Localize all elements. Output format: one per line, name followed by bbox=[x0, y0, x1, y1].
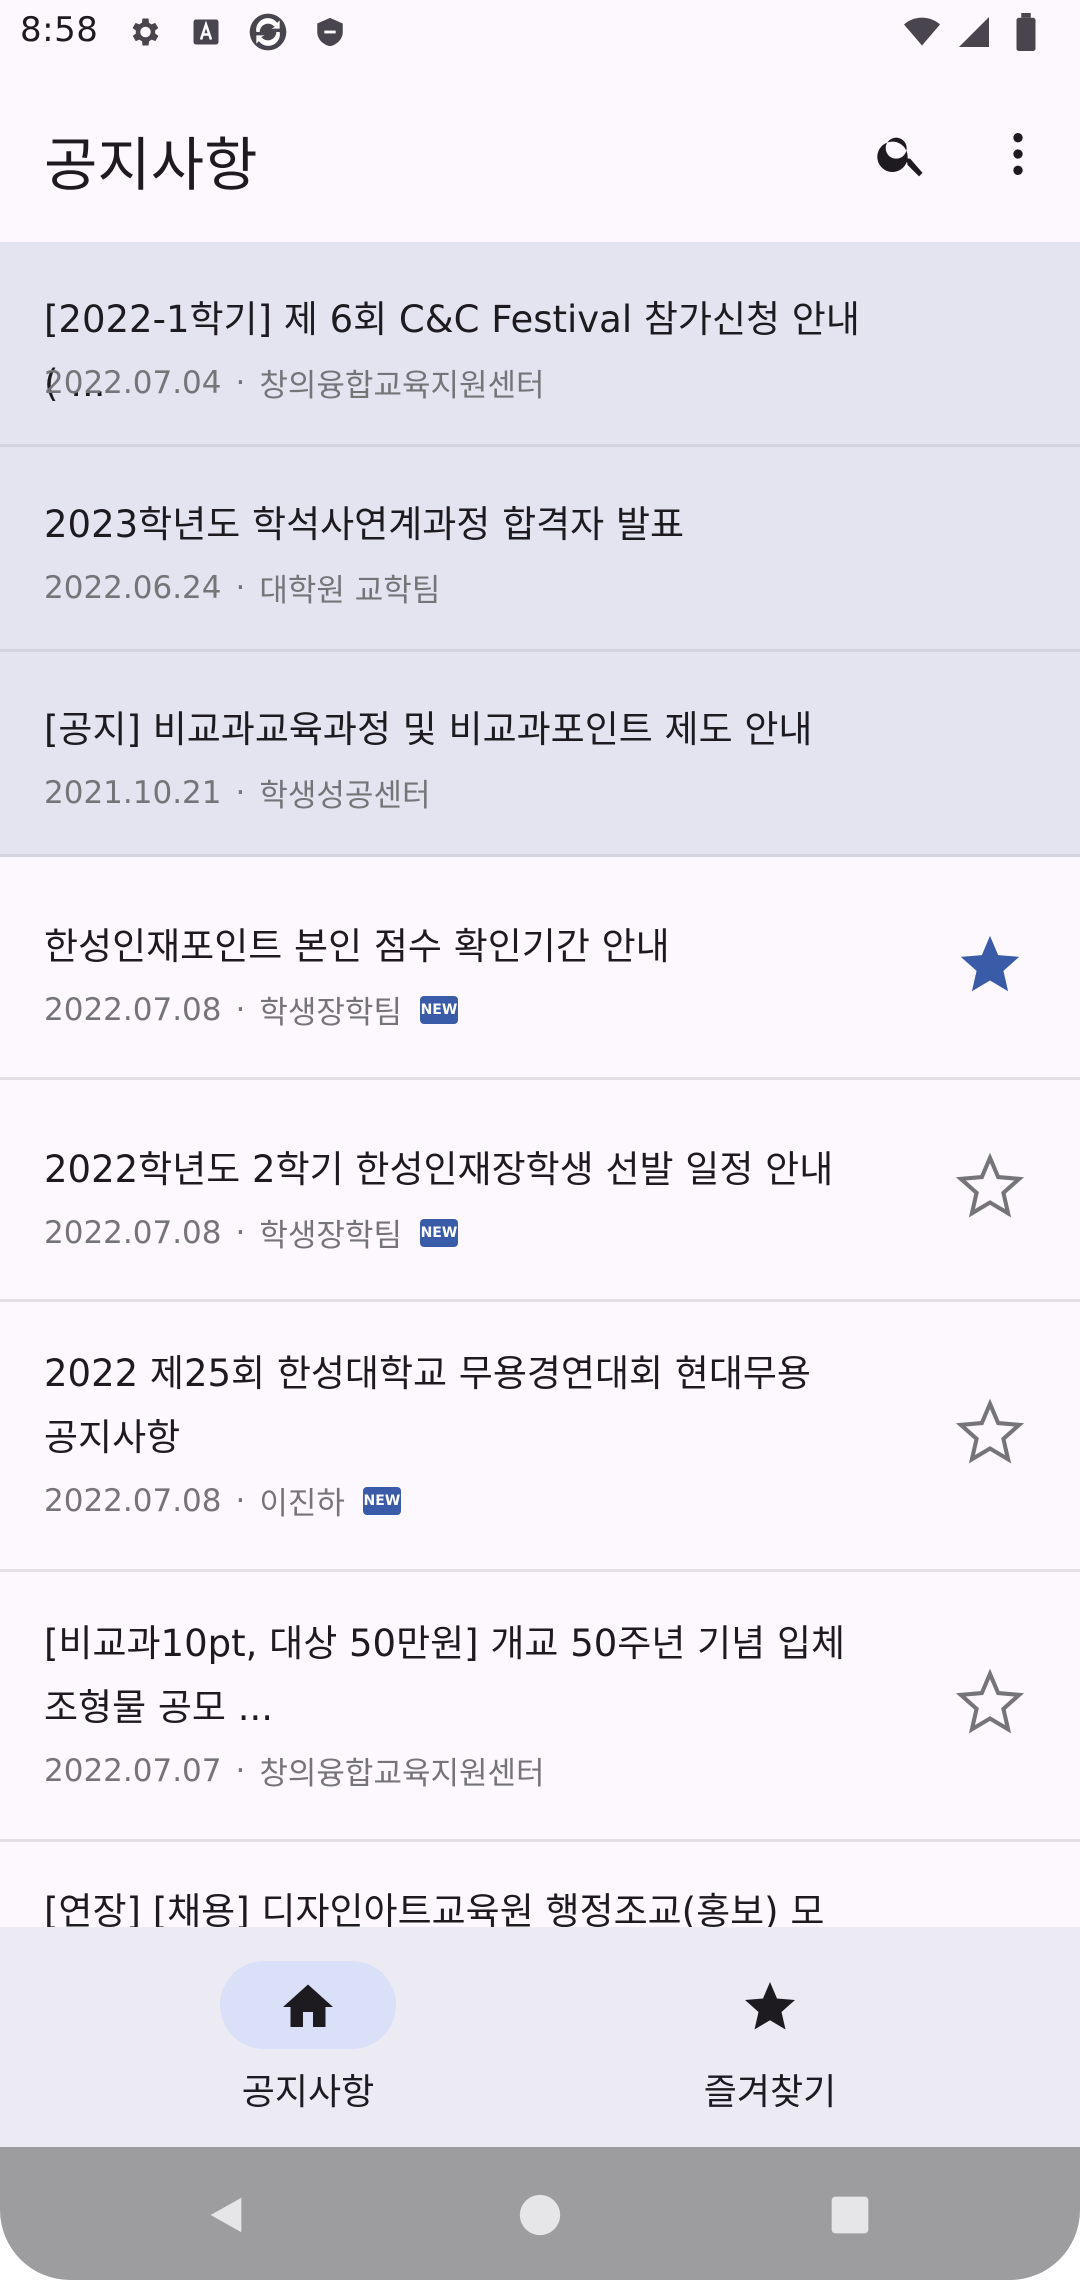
search-button[interactable] bbox=[860, 114, 944, 198]
notice-date: 2022.07.08 bbox=[44, 1214, 222, 1251]
nav-label: 즐겨찾기 bbox=[703, 2072, 837, 2113]
status-icons-left bbox=[124, 12, 350, 52]
page-title: 공지사항 bbox=[44, 131, 258, 199]
meta-separator: · bbox=[235, 991, 246, 1028]
nav-label: 공지사항 bbox=[241, 2072, 375, 2113]
notice-item-pinned[interactable]: [공지] 비교과교육과정 및 비교과포인트 제도 안내 2021.10.21 ·… bbox=[0, 652, 1080, 857]
new-badge: NEW bbox=[419, 1218, 458, 1247]
notice-title: [공지] 비교과교육과정 및 비교과포인트 제도 안내 bbox=[44, 708, 813, 751]
notice-title: 2022학년도 2학기 한성인재장학생 선발 일정 안내 bbox=[44, 1148, 834, 1191]
bottom-navigation: 공지사항 즐겨찾기 bbox=[0, 1927, 1080, 2147]
notice-item-pinned[interactable]: 2023학년도 학석사연계과정 합격자 발표 2022.06.24 · 대학원 … bbox=[0, 447, 1080, 652]
favorite-button[interactable] bbox=[945, 1144, 1035, 1234]
nav-item-notices[interactable]: 공지사항 bbox=[0, 1927, 540, 2147]
notice-department: 창의융합교육지원센터 bbox=[259, 368, 545, 404]
notice-department: 대학원 교학팀 bbox=[259, 573, 441, 609]
status-icons-right bbox=[902, 12, 1046, 52]
recents-square-icon bbox=[828, 2193, 872, 2241]
battery-icon bbox=[1006, 12, 1046, 52]
notice-meta: 2021.10.21 · 학생성공센터 bbox=[44, 770, 430, 815]
meta-separator: · bbox=[235, 1752, 246, 1789]
notice-meta: 2022.07.08 · 학생장학팀 NEW bbox=[44, 1210, 458, 1255]
nav-item-favorites[interactable]: 즐겨찾기 bbox=[540, 1927, 1080, 2147]
notice-date: 2022.07.04 bbox=[44, 364, 222, 401]
new-badge: NEW bbox=[419, 995, 458, 1024]
status-time: 8:58 bbox=[20, 10, 99, 50]
notice-department: 학생장학팀 bbox=[259, 995, 402, 1031]
home-button[interactable] bbox=[510, 2187, 570, 2247]
favorite-button[interactable] bbox=[945, 922, 1035, 1012]
new-badge: NEW bbox=[362, 1486, 401, 1515]
signal-icon bbox=[954, 12, 994, 52]
notice-department: 학생성공센터 bbox=[259, 778, 431, 814]
more-vert-icon bbox=[990, 126, 1046, 186]
star-outline-icon bbox=[955, 1398, 1025, 1472]
favorite-button[interactable] bbox=[945, 1390, 1035, 1480]
notice-item[interactable]: 2022 제25회 한성대학교 무용경연대회 현대무용 공지사항 2022.07… bbox=[0, 1302, 1080, 1572]
star-outline-icon bbox=[955, 1668, 1025, 1742]
favorite-button[interactable] bbox=[945, 1660, 1035, 1750]
notice-item-pinned[interactable]: [2022-1학기] 제 6회 C&C Festival 참가신청 안내 ( .… bbox=[0, 242, 1080, 447]
notice-item[interactable]: [연장] [채용] 디자인아트교육원 행정조교(홍보) 모 bbox=[0, 1842, 1080, 1927]
a-icon bbox=[186, 12, 226, 52]
meta-separator: · bbox=[235, 1214, 246, 1251]
notice-department: 학생장학팀 bbox=[259, 1218, 402, 1254]
star-filled-icon bbox=[955, 930, 1025, 1004]
star-outline-icon bbox=[955, 1152, 1025, 1226]
status-bar: 8:58 bbox=[0, 0, 1080, 68]
sync-icon bbox=[248, 12, 288, 52]
notice-department: 이진하 bbox=[259, 1486, 345, 1522]
gear-icon bbox=[124, 12, 164, 52]
notice-date: 2022.07.08 bbox=[44, 991, 222, 1028]
top-app-bar: 공지사항 bbox=[0, 68, 1080, 242]
notice-meta: 2022.07.08 · 학생장학팀 NEW bbox=[44, 987, 458, 1032]
notice-date: 2021.10.21 bbox=[44, 774, 222, 811]
wifi-icon bbox=[902, 12, 942, 52]
notice-title: 한성인재포인트 본인 점수 확인기간 안내 bbox=[44, 925, 670, 968]
meta-separator: · bbox=[235, 774, 246, 811]
back-button[interactable] bbox=[196, 2187, 256, 2247]
back-triangle-icon bbox=[203, 2192, 249, 2242]
home-circle-icon bbox=[518, 2193, 562, 2241]
notice-meta: 2022.06.24 · 대학원 교학팀 bbox=[44, 565, 440, 610]
notice-item[interactable]: 한성인재포인트 본인 점수 확인기간 안내 2022.07.08 · 학생장학팀… bbox=[0, 857, 1080, 1080]
search-icon bbox=[874, 126, 930, 186]
meta-separator: · bbox=[235, 569, 246, 606]
meta-separator: · bbox=[235, 1482, 246, 1519]
notice-date: 2022.07.07 bbox=[44, 1752, 222, 1789]
notice-item[interactable]: [비교과10pt, 대상 50만원] 개교 50주년 기념 입체 조형물 공모 … bbox=[0, 1572, 1080, 1842]
home-icon bbox=[278, 1977, 338, 2037]
meta-separator: · bbox=[235, 364, 246, 401]
notice-department: 창의융합교육지원센터 bbox=[259, 1756, 545, 1792]
notice-title: [비교과10pt, 대상 50만원] 개교 50주년 기념 입체 조형물 공모 … bbox=[44, 1622, 846, 1729]
notice-meta: 2022.07.04 · 창의융합교육지원센터 bbox=[44, 360, 545, 405]
notice-date: 2022.07.08 bbox=[44, 1482, 222, 1519]
more-options-button[interactable] bbox=[976, 114, 1060, 198]
notice-list[interactable]: [2022-1학기] 제 6회 C&C Festival 참가신청 안내 ( .… bbox=[0, 242, 1080, 1927]
system-navigation-bar bbox=[0, 2147, 1080, 2280]
notice-item[interactable]: 2022학년도 2학기 한성인재장학생 선발 일정 안내 2022.07.08 … bbox=[0, 1080, 1080, 1302]
shield-icon bbox=[310, 12, 350, 52]
star-icon bbox=[740, 1977, 800, 2037]
notice-meta: 2022.07.08 · 이진하 NEW bbox=[44, 1478, 401, 1523]
notice-title: 2023학년도 학석사연계과정 합격자 발표 bbox=[44, 503, 685, 546]
notice-date: 2022.06.24 bbox=[44, 569, 222, 606]
notice-title: 2022 제25회 한성대학교 무용경연대회 현대무용 공지사항 bbox=[44, 1352, 811, 1459]
notice-meta: 2022.07.07 · 창의융합교육지원센터 bbox=[44, 1748, 545, 1793]
recents-button[interactable] bbox=[820, 2187, 880, 2247]
notice-title: [연장] [채용] 디자인아트교육원 행정조교(홍보) 모 bbox=[44, 1890, 825, 1927]
